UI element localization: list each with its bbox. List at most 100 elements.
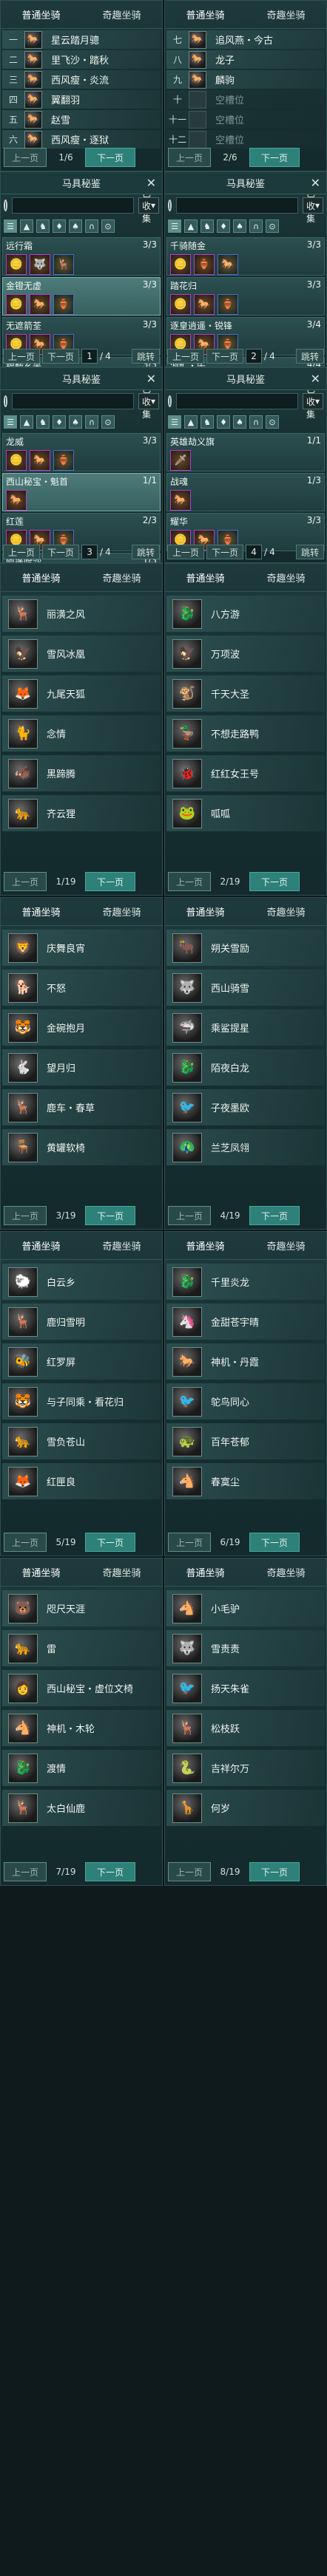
mount-slot-row[interactable]: 十 空槽位 xyxy=(166,90,325,109)
next-page-button[interactable]: 下一页 xyxy=(249,1862,300,1881)
category-filter-icon[interactable]: ♠ xyxy=(69,415,82,429)
category-filter-icon[interactable]: ♞ xyxy=(36,415,50,429)
category-filter-icon[interactable]: ☰ xyxy=(168,415,181,429)
next-page-button[interactable]: 下一页 xyxy=(85,148,136,167)
special-mount-row[interactable]: 🐆 雷 xyxy=(2,1630,161,1666)
page-number-input[interactable]: 3 xyxy=(81,545,98,559)
special-mount-row[interactable]: 🦌 丽潢之风 xyxy=(2,596,161,632)
prev-page-button[interactable]: 上一页 xyxy=(3,545,41,559)
gear-set-card[interactable]: 战魂 1/3 🐎 xyxy=(166,473,325,511)
category-filter-icon[interactable]: ∩ xyxy=(249,415,263,429)
mount-slot-row[interactable]: 五 🐎 赵雪 xyxy=(2,110,161,129)
prev-page-button[interactable]: 上一页 xyxy=(168,148,212,167)
tab-special-mounts[interactable]: 奇趣坐骑 xyxy=(98,902,145,921)
category-filter-icon[interactable]: ♦ xyxy=(53,415,66,429)
special-mount-row[interactable]: 🐴 春寞尘 xyxy=(166,1463,325,1499)
special-mount-row[interactable]: 🐈 念情 xyxy=(2,715,161,752)
mount-slot-row[interactable]: 六 🐎 西风瘦・逐狱 xyxy=(2,130,161,149)
tab-special-mounts[interactable]: 奇趣坐骑 xyxy=(262,4,309,24)
special-mount-row[interactable]: 🐉 八方游 xyxy=(166,596,325,632)
special-mount-row[interactable]: 🦌 鹿车・春草 xyxy=(2,1089,161,1125)
special-mount-row[interactable]: 🐞 红红女王号 xyxy=(166,755,325,791)
category-filter-icon[interactable]: ♞ xyxy=(200,415,214,429)
special-mount-row[interactable]: 🐇 望月归 xyxy=(2,1049,161,1086)
prev-page-button[interactable]: 上一页 xyxy=(167,349,205,364)
prev-page-button[interactable]: 上一页 xyxy=(4,1862,47,1881)
special-mount-row[interactable]: 🐦 子夜墨欧 xyxy=(166,1089,325,1125)
category-filter-icon[interactable]: ∩ xyxy=(85,415,98,429)
gear-set-card[interactable]: 西山秘宝・魁首 1/1 🐎 xyxy=(2,473,161,511)
special-mount-row[interactable]: 🐯 金碗抱月 xyxy=(2,1009,161,1046)
gear-set-card[interactable]: 龙威 3/3 🪙 🐎 🏺 xyxy=(2,433,161,471)
tab-normal-mounts[interactable]: 普通坐骑 xyxy=(181,1562,229,1582)
special-mount-row[interactable]: 🦌 太白仙鹿 xyxy=(2,1790,161,1826)
special-mount-row[interactable]: 🐴 神机・木轮 xyxy=(2,1710,161,1746)
prev-page-button[interactable]: 上一页 xyxy=(4,872,47,891)
jump-button[interactable]: 跳转 xyxy=(295,349,324,364)
category-filter-icon[interactable]: ☰ xyxy=(4,415,17,429)
next-page-button[interactable]: 下一页 xyxy=(85,1533,136,1552)
special-mount-row[interactable]: 🐂 朔关雪励 xyxy=(166,930,325,966)
special-mount-row[interactable]: 🦅 雪风冰凰 xyxy=(2,636,161,672)
next-page-button[interactable]: 下一页 xyxy=(249,148,300,167)
tab-special-mounts[interactable]: 奇趣坐骑 xyxy=(262,1236,309,1255)
gear-item-icon[interactable]: 🦌 xyxy=(53,254,74,275)
category-filter-icon[interactable]: ♠ xyxy=(233,219,246,233)
special-mount-row[interactable]: 🦆 不想走路鸭 xyxy=(166,715,325,752)
next-page-button[interactable]: 下一页 xyxy=(85,872,136,891)
prev-page-button[interactable]: 上一页 xyxy=(167,545,205,559)
category-filter-icon[interactable]: ∩ xyxy=(85,219,98,233)
special-mount-row[interactable]: 👩 西山秘宝・虚位文椅 xyxy=(2,1670,161,1706)
prev-page-button[interactable]: 上一页 xyxy=(3,349,41,364)
mount-slot-row[interactable]: 四 🐎 翼翻羽 xyxy=(2,90,161,109)
search-icon[interactable] xyxy=(4,395,7,407)
tab-special-mounts[interactable]: 奇趣坐骑 xyxy=(98,1236,145,1255)
next-page-button[interactable]: 下一页 xyxy=(85,1862,136,1881)
prev-page-button[interactable]: 上一页 xyxy=(4,148,47,167)
tab-special-mounts[interactable]: 奇趣坐骑 xyxy=(98,4,145,24)
special-mount-row[interactable]: 🐦 鸵鸟同心 xyxy=(166,1383,325,1420)
gear-set-card[interactable]: 远行霜 3/3 🪙 🐺 🦌 xyxy=(2,237,161,276)
collection-filter-dropdown[interactable]: 已收集▾ xyxy=(302,384,323,420)
category-filter-icon[interactable]: ♦ xyxy=(53,219,66,233)
search-icon[interactable] xyxy=(168,200,172,211)
tab-special-mounts[interactable]: 奇趣坐骑 xyxy=(262,902,309,921)
gear-item-icon[interactable]: 🐎 xyxy=(218,254,238,275)
special-mount-row[interactable]: 🐢 百年苍郁 xyxy=(166,1423,325,1459)
special-mount-row[interactable]: 🐦 扬天朱雀 xyxy=(166,1670,325,1706)
gear-item-icon[interactable]: 🏺 xyxy=(218,294,238,315)
page-number-input[interactable]: 4 xyxy=(246,545,263,559)
mount-slot-row[interactable]: 一 🐎 星云踏月骢 xyxy=(2,30,161,49)
gear-item-icon[interactable]: 🐎 xyxy=(194,294,215,315)
search-icon[interactable] xyxy=(168,395,172,407)
collection-filter-dropdown[interactable]: 已收集▾ xyxy=(138,188,159,224)
gear-item-icon[interactable]: 🪙 xyxy=(6,294,27,315)
special-mount-row[interactable]: 🐝 红罗屏 xyxy=(2,1343,161,1380)
mount-slot-row[interactable]: 二 🐎 里飞沙・踏秋 xyxy=(2,50,161,69)
gear-item-icon[interactable]: 🗡 xyxy=(170,450,191,471)
gear-set-card[interactable]: 千骑随金 3/3 🪙 🏺 🐎 xyxy=(166,237,325,276)
special-mount-row[interactable]: 🦊 红匣良 xyxy=(2,1463,161,1499)
special-mount-row[interactable]: 🦌 松枝跃 xyxy=(166,1710,325,1746)
special-mount-row[interactable]: 🐻 咫尺天涯 xyxy=(2,1590,161,1626)
category-filter-icon[interactable]: ♠ xyxy=(69,219,82,233)
prev-page-button[interactable]: 上一页 xyxy=(168,1206,212,1225)
tab-normal-mounts[interactable]: 普通坐骑 xyxy=(181,1236,229,1255)
close-icon[interactable]: ✕ xyxy=(311,372,320,386)
gear-item-icon[interactable]: 🐎 xyxy=(6,490,27,511)
search-input[interactable] xyxy=(11,197,134,214)
mount-slot-row[interactable]: 十一 空槽位 xyxy=(166,110,325,129)
gear-item-icon[interactable]: 🪙 xyxy=(170,254,191,275)
next-page-button[interactable]: 下一页 xyxy=(206,349,244,364)
gear-item-icon[interactable]: 🪙 xyxy=(6,254,27,275)
special-mount-row[interactable]: 🦒 何岁 xyxy=(166,1790,325,1826)
tab-normal-mounts[interactable]: 普通坐骑 xyxy=(17,902,64,921)
page-number-input[interactable]: 2 xyxy=(246,349,263,364)
category-filter-icon[interactable]: ☰ xyxy=(168,219,181,233)
gear-set-card[interactable]: 踏花归 3/3 🪙 🐎 🏺 xyxy=(166,277,325,316)
gear-item-icon[interactable]: 🏺 xyxy=(53,450,74,471)
category-filter-icon[interactable]: ♞ xyxy=(200,219,214,233)
special-mount-row[interactable]: 🐺 雪责责 xyxy=(166,1630,325,1666)
category-filter-icon[interactable]: ▲ xyxy=(184,219,198,233)
gear-item-icon[interactable]: 🪙 xyxy=(6,450,27,471)
